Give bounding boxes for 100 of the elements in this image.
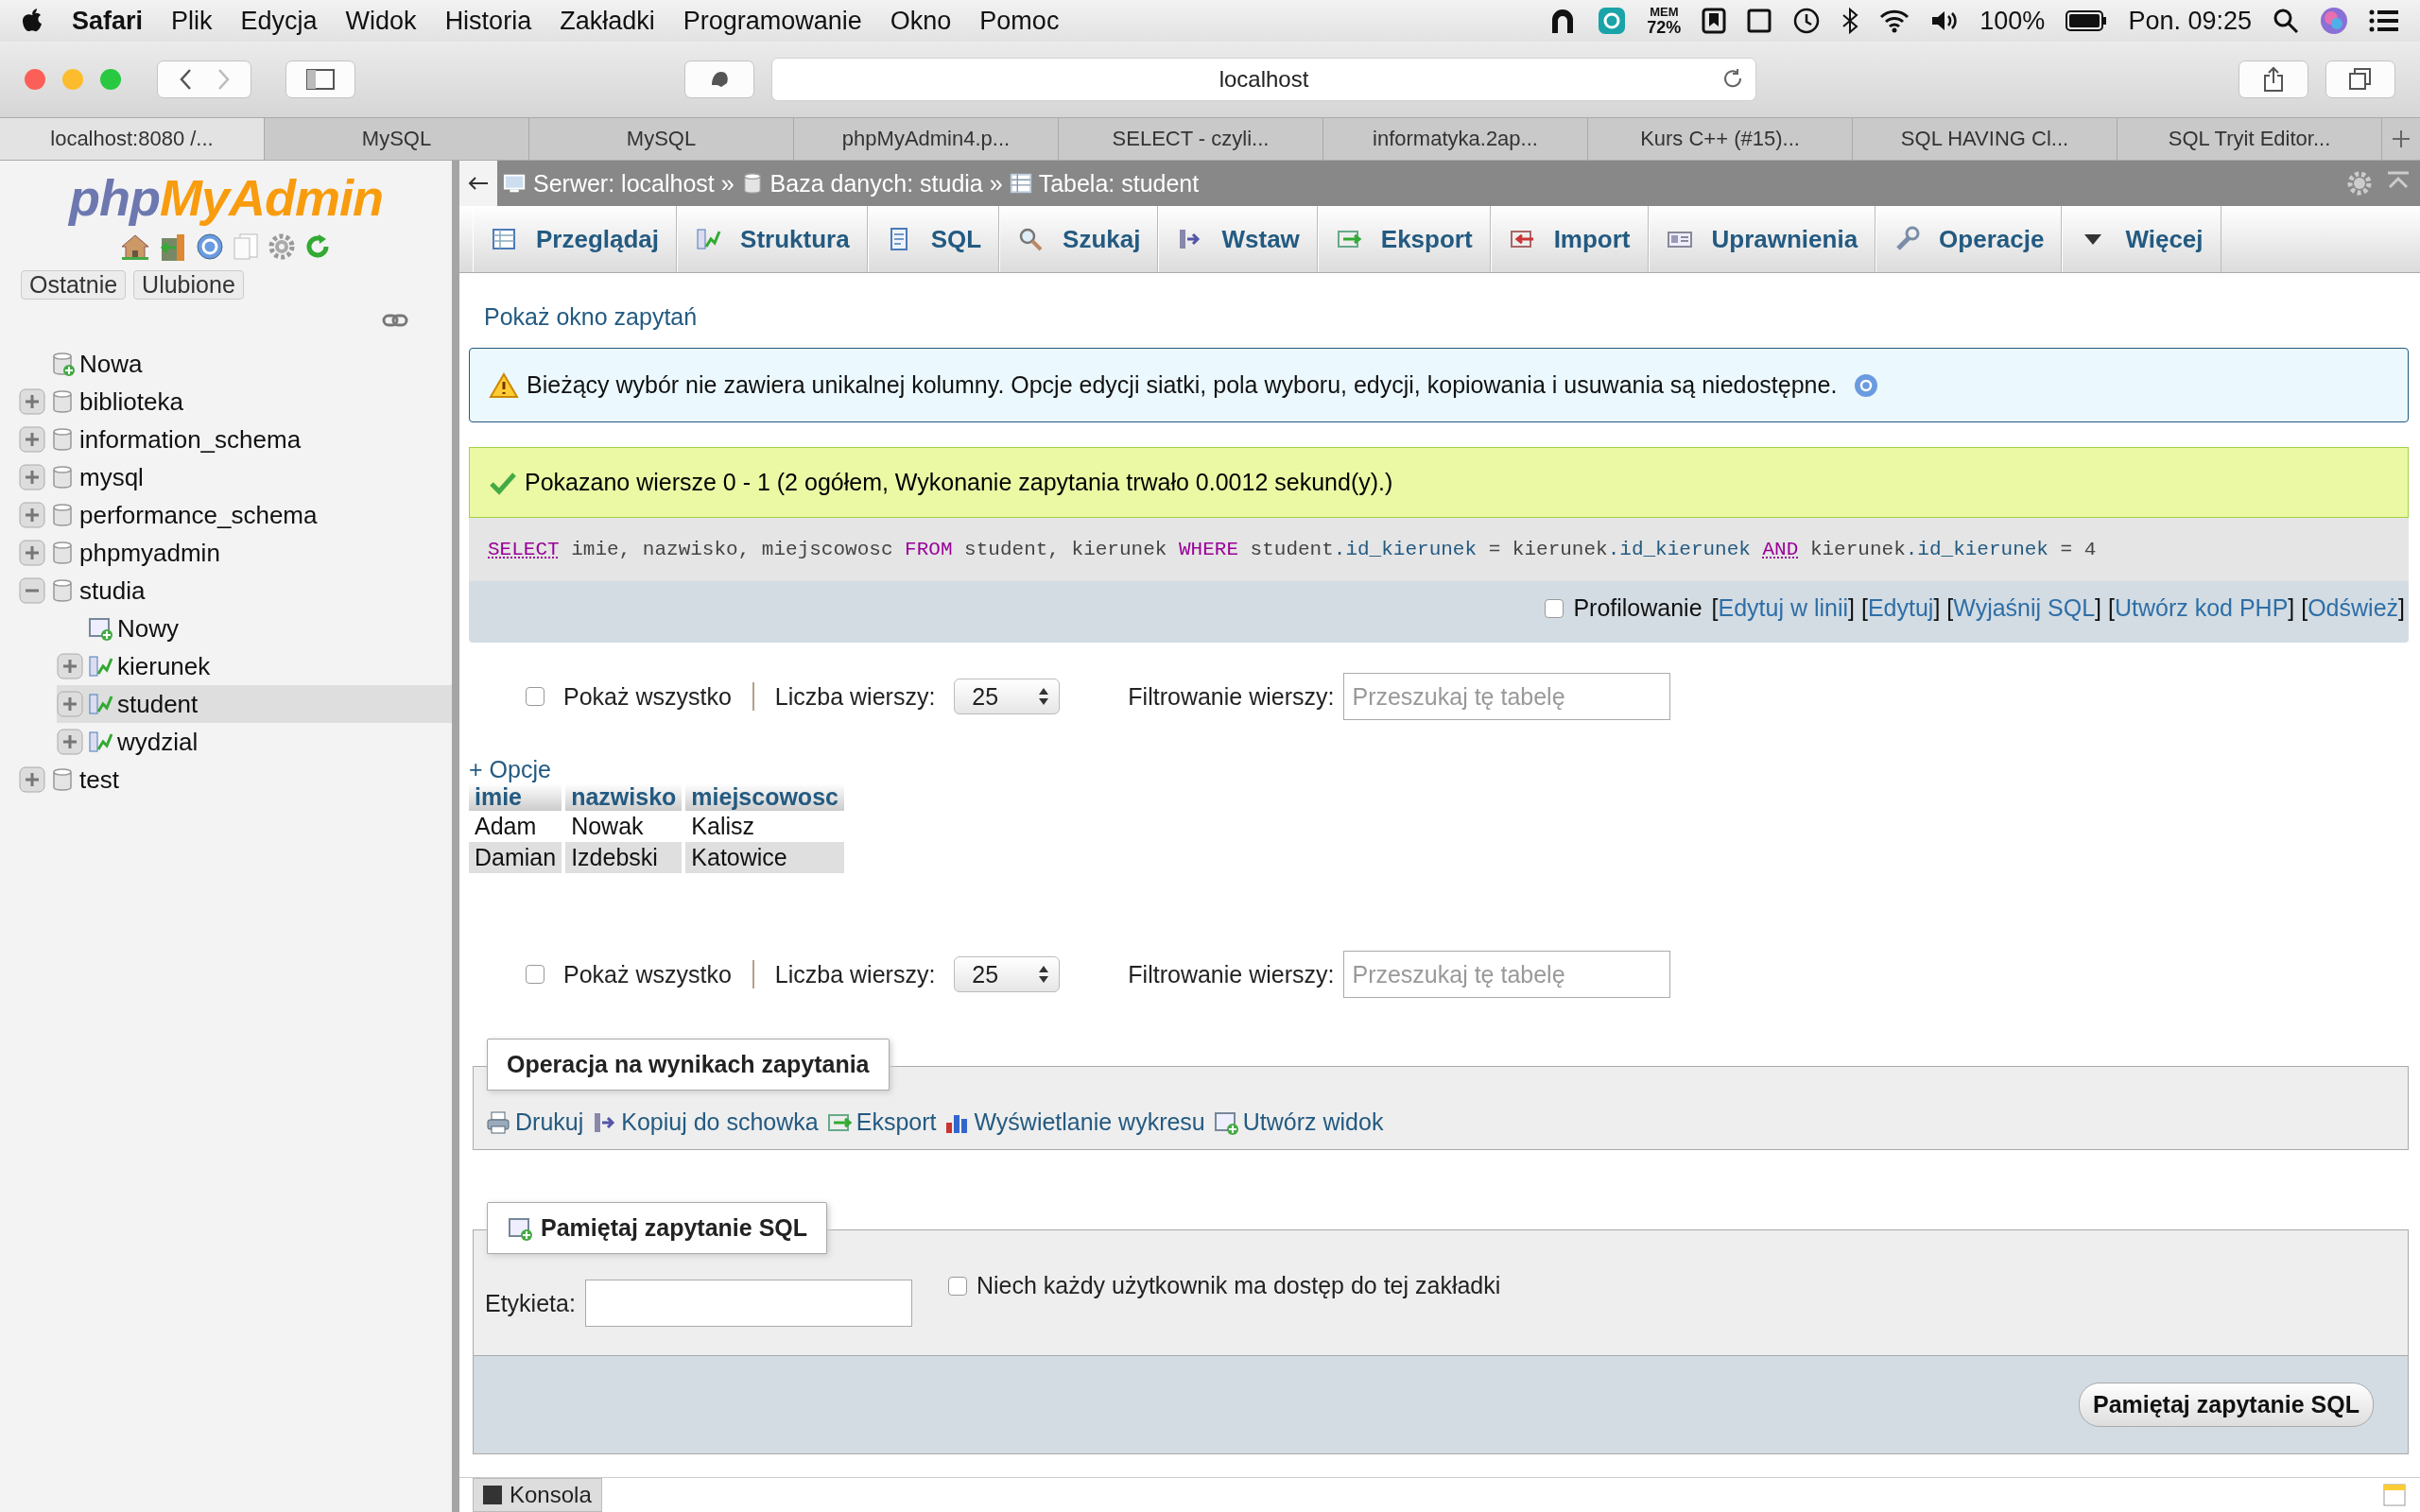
close-button[interactable] <box>25 69 45 90</box>
tree-item[interactable]: biblioteka <box>19 383 452 421</box>
operation-link[interactable]: Eksport <box>856 1108 937 1136</box>
clock[interactable]: Pon. 09:25 <box>2128 6 2252 36</box>
search-icon[interactable] <box>2273 8 2299 34</box>
browser-tab[interactable]: SQL HAVING Cl... <box>1853 118 2118 160</box>
menu-item[interactable]: Safari <box>72 6 144 36</box>
checkbox[interactable] <box>947 1276 967 1296</box>
tree-item-label[interactable]: mysql <box>79 462 144 492</box>
new-tab-icon[interactable] <box>2391 129 2411 149</box>
column-header[interactable]: nazwisko <box>565 783 683 811</box>
bluetooth-icon[interactable] <box>1841 7 1859 35</box>
expand-icon[interactable] <box>19 388 45 415</box>
speaker-icon[interactable] <box>1930 9 1960 33</box>
nav-tab[interactable]: Szukaj <box>999 206 1159 272</box>
tree-item[interactable]: wydzial <box>57 723 452 761</box>
tree-item[interactable]: performance_schema <box>19 496 452 534</box>
apple-logo-icon[interactable] <box>21 8 43 34</box>
app-badge-icon[interactable] <box>1598 7 1627 35</box>
tree-item-label[interactable]: Nowa <box>79 349 143 379</box>
wifi-icon[interactable] <box>1879 9 1910 33</box>
operation-link[interactable]: Kopiuj do schowka <box>621 1108 819 1136</box>
action-link[interactable]: Odśwież <box>2308 594 2399 621</box>
menu-item[interactable]: Historia <box>444 6 532 36</box>
breadcrumb-link[interactable]: Serwer: localhost » <box>503 169 735 198</box>
nav-tab[interactable]: SQL <box>867 206 1000 272</box>
expand-icon[interactable] <box>19 540 45 566</box>
tree-item[interactable]: studia <box>19 572 452 610</box>
battery-percent[interactable]: 100% <box>1979 6 2046 36</box>
menu-item[interactable]: Zakładki <box>560 6 655 36</box>
expand-icon[interactable] <box>57 729 83 755</box>
tree-item-label[interactable]: student <box>117 689 199 719</box>
tree-item-label[interactable]: biblioteka <box>79 387 183 417</box>
tree-item[interactable]: mysql <box>19 458 452 496</box>
browser-tab[interactable]: localhost:8080 /... <box>0 118 265 160</box>
nav-tab[interactable]: Wstaw <box>1158 206 1318 272</box>
tree-item[interactable]: Nowy <box>57 610 452 647</box>
sidebar-tab-button[interactable]: Ulubione <box>133 270 244 300</box>
menu-item[interactable]: Edycja <box>240 6 318 36</box>
console-tab[interactable]: Konsola <box>473 1478 602 1512</box>
tree-item[interactable]: kierunek <box>57 647 452 685</box>
menu-item[interactable]: Okno <box>890 6 952 36</box>
menu-item[interactable]: Plik <box>171 6 213 36</box>
filter-field[interactable]: Przeszukaj tę tabelę <box>1343 673 1671 720</box>
back-arrow-icon[interactable] <box>468 176 489 191</box>
share-button[interactable] <box>2238 60 2308 98</box>
tree-item-label[interactable]: phpmyadmin <box>79 538 220 568</box>
action-link[interactable]: Utwórz kod PHP <box>2114 594 2289 621</box>
operation-link[interactable]: Utwórz widok <box>1242 1108 1384 1136</box>
clock-icon[interactable] <box>1792 7 1822 35</box>
settings-icon[interactable] <box>2346 170 2373 197</box>
help-icon[interactable] <box>1854 372 1879 398</box>
browser-tab[interactable]: Kurs C++ (#15)... <box>1588 118 1853 160</box>
action-link[interactable]: Edytuj <box>1867 594 1934 621</box>
breadcrumb-link[interactable]: Tabela: student <box>1008 169 1200 198</box>
help-icon[interactable] <box>196 232 224 261</box>
browser-tab[interactable]: SELECT - czyli... <box>1059 118 1323 160</box>
tabs-overview-button[interactable] <box>2325 60 2395 98</box>
collapse-icon[interactable] <box>19 577 45 604</box>
expand-icon[interactable] <box>57 653 83 679</box>
tree-item-label[interactable]: information_schema <box>79 424 302 455</box>
tree-item-label[interactable]: performance_schema <box>79 500 318 530</box>
save-query-button[interactable]: Pamiętaj zapytanie SQL <box>2078 1383 2374 1427</box>
expand-icon[interactable] <box>19 426 45 453</box>
browser-tab[interactable]: MySQL <box>529 118 794 160</box>
browser-tab[interactable]: SQL Tryit Editor... <box>2118 118 2382 160</box>
breadcrumb-link[interactable]: Baza danych: studia » <box>739 169 1003 198</box>
nav-tab[interactable]: Import <box>1490 206 1649 272</box>
expand-icon[interactable] <box>19 464 45 490</box>
menu-item[interactable]: Widok <box>345 6 417 36</box>
expand-icon[interactable] <box>19 766 45 793</box>
action-link[interactable]: Wyjaśnij SQL <box>1953 594 2096 621</box>
action-link[interactable]: Edytuj w linii <box>1718 594 1849 621</box>
browser-tab[interactable]: phpMyAdmin4.p... <box>794 118 1059 160</box>
address-bar[interactable]: localhost <box>771 58 1756 101</box>
settings-icon[interactable] <box>268 232 296 261</box>
tree-item-label[interactable]: kierunek <box>117 651 211 681</box>
tree-item-label[interactable]: studia <box>79 576 146 606</box>
tree-item-label[interactable]: wydzial <box>117 727 199 757</box>
filter-field[interactable]: Przeszukaj tę tabelę <box>1343 951 1671 998</box>
menu-item[interactable]: Programowanie <box>683 6 862 36</box>
nav-tab[interactable]: Uprawnienia <box>1648 206 1876 272</box>
menu-item[interactable]: Pomoc <box>979 6 1060 36</box>
browser-tab[interactable]: informatyka.2ap... <box>1323 118 1588 160</box>
bookmark-icon[interactable] <box>1702 8 1727 34</box>
chain-link-icon[interactable] <box>382 313 408 328</box>
checkbox[interactable] <box>526 965 544 984</box>
battery-icon[interactable] <box>2066 9 2108 32</box>
memory-indicator[interactable]: MEM 72% <box>1647 6 1682 36</box>
tree-item[interactable]: information_schema <box>19 421 452 458</box>
extension-button[interactable] <box>684 60 754 98</box>
operation-link[interactable]: Drukuj <box>515 1108 584 1136</box>
tree-item[interactable]: phpmyadmin <box>19 534 452 572</box>
checkbox[interactable] <box>1545 598 1564 618</box>
sidebar-button[interactable] <box>285 60 355 98</box>
home-icon[interactable] <box>120 232 150 261</box>
expand-icon[interactable] <box>19 502 45 528</box>
query-window-link[interactable]: Pokaż okno zapytań <box>484 303 2409 331</box>
tree-item[interactable]: Nowa <box>19 345 452 383</box>
operation-link[interactable]: Wyświetlanie wykresu <box>974 1108 1205 1136</box>
